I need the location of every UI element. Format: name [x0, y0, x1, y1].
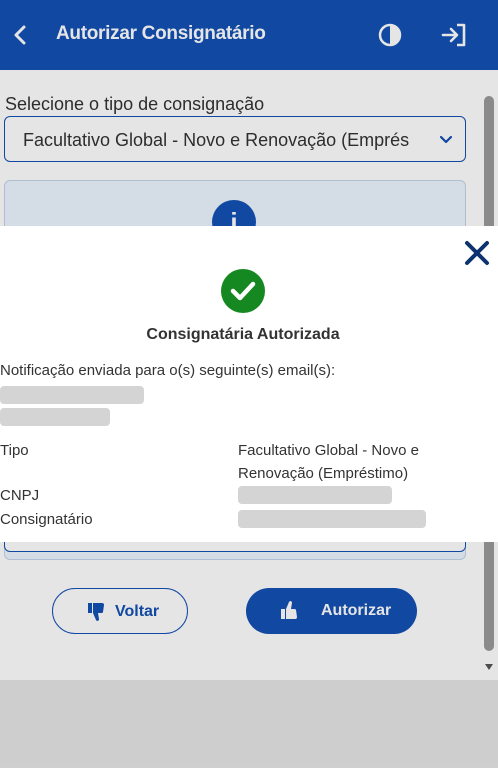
cnpj-label: CNPJ — [0, 487, 40, 504]
modal-title: Consignatária Autorizada — [146, 326, 340, 343]
tipo-value: Facultativo Global - Novo e Renovação (E… — [238, 442, 419, 482]
redacted-email-2 — [0, 408, 110, 426]
check-circle-icon — [221, 269, 265, 313]
consignatario-label: Consignatário — [0, 511, 93, 528]
tipo-label: Tipo — [0, 442, 29, 459]
redacted-email-1 — [0, 386, 144, 404]
notification-text: Notificação enviada para o(s) seguinte(s… — [0, 362, 336, 379]
redacted-consignatario — [238, 510, 426, 528]
success-modal: Consignatária Autorizada Notificação env… — [0, 226, 498, 542]
redacted-cnpj — [238, 486, 392, 504]
close-icon[interactable] — [464, 240, 490, 266]
